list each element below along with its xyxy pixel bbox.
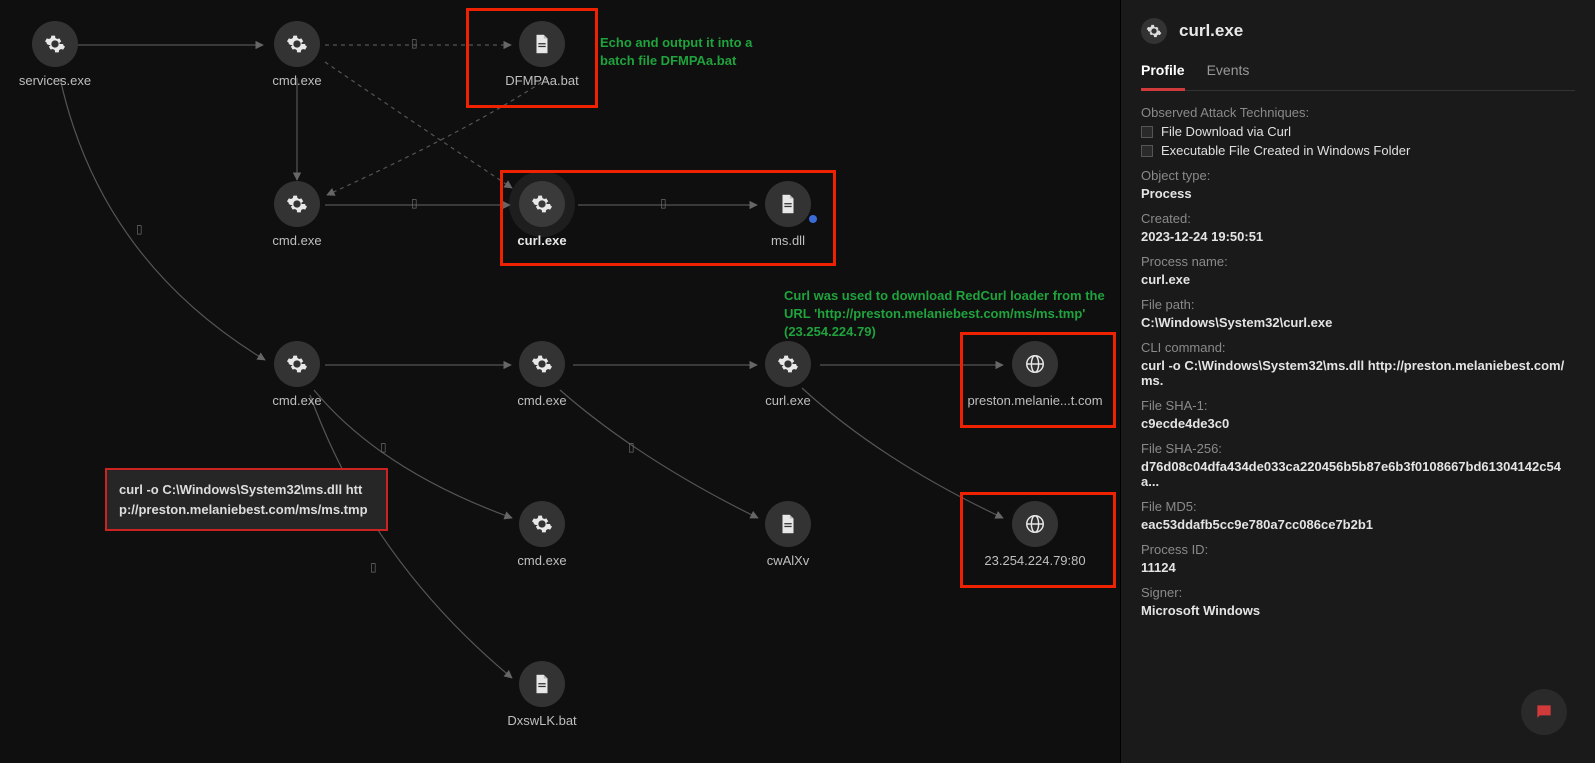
node-label: cmd.exe xyxy=(272,393,321,408)
pid-value: 11124 xyxy=(1141,560,1575,575)
details-panel: curl.exe Profile Events Observed Attack … xyxy=(1120,0,1595,763)
node-label: 23.254.224.79:80 xyxy=(984,553,1085,568)
process-name-label: Process name: xyxy=(1141,254,1575,269)
gear-icon xyxy=(32,21,78,67)
created-value: 2023-12-24 19:50:51 xyxy=(1141,229,1575,244)
md5-label: File MD5: xyxy=(1141,499,1575,514)
tab-events[interactable]: Events xyxy=(1207,62,1250,90)
gear-icon xyxy=(274,21,320,67)
gear-icon xyxy=(519,341,565,387)
node-services[interactable]: services.exe xyxy=(0,21,110,88)
process-graph[interactable]: ▯ ▯ ▯ ▯ ▯ ▯ ▯ services.exe cmd.exe DFMPAa.… xyxy=(0,0,1120,763)
gear-icon xyxy=(274,341,320,387)
doc-icon xyxy=(519,21,565,67)
globe-icon xyxy=(1012,341,1058,387)
node-label: cmd.exe xyxy=(517,393,566,408)
gear-icon xyxy=(1141,18,1167,44)
doc-icon xyxy=(765,181,811,227)
node-label: DxswLK.bat xyxy=(507,713,576,728)
node-cwalxv[interactable]: cwAlXv xyxy=(733,501,843,568)
node-cmd3[interactable]: cmd.exe xyxy=(242,341,352,408)
md5-value: eac53ddafb5cc9e780a7cc086ce7b2b1 xyxy=(1141,517,1575,532)
sha1-value: c9ecde4de3c0 xyxy=(1141,416,1575,431)
object-type-value: Process xyxy=(1141,186,1575,201)
signer-label: Signer: xyxy=(1141,585,1575,600)
edge-icon: ▯ xyxy=(136,222,143,236)
node-curl2[interactable]: curl.exe xyxy=(733,341,843,408)
node-label: cmd.exe xyxy=(517,553,566,568)
node-label: ms.dll xyxy=(771,233,805,248)
technique-item[interactable]: File Download via Curl xyxy=(1141,124,1575,139)
node-label: preston.melanie...t.com xyxy=(967,393,1102,408)
edge-icon: ▯ xyxy=(628,440,635,454)
annotation-2: Curl was used to download RedCurl loader… xyxy=(784,287,1105,342)
sha256-value: d76d08c04dfa434de033ca220456b5b87e6b3f01… xyxy=(1141,459,1575,489)
edge-icon: ▯ xyxy=(411,36,418,50)
signer-value: Microsoft Windows xyxy=(1141,603,1575,618)
edge-icon: ▯ xyxy=(370,560,377,574)
gear-icon xyxy=(519,501,565,547)
node-dfmpaa[interactable]: DFMPAa.bat xyxy=(487,21,597,88)
annotation-1: Echo and output it into a batch file DFM… xyxy=(600,34,752,70)
node-label: cwAlXv xyxy=(767,553,810,568)
node-msdll[interactable]: ms.dll xyxy=(733,181,843,248)
panel-title: curl.exe xyxy=(1179,21,1243,41)
gear-icon xyxy=(765,341,811,387)
cli-label: CLI command: xyxy=(1141,340,1575,355)
sha1-label: File SHA-1: xyxy=(1141,398,1575,413)
technique-item[interactable]: Executable File Created in Windows Folde… xyxy=(1141,143,1575,158)
panel-tabs: Profile Events xyxy=(1141,62,1575,91)
node-ip[interactable]: 23.254.224.79:80 xyxy=(980,501,1090,568)
node-preston[interactable]: preston.melanie...t.com xyxy=(980,341,1090,408)
edge-icon: ▯ xyxy=(411,196,418,210)
node-cmd4[interactable]: cmd.exe xyxy=(487,341,597,408)
node-label: curl.exe xyxy=(517,233,566,248)
node-cmd1[interactable]: cmd.exe xyxy=(242,21,352,88)
techniques-label: Observed Attack Techniques: xyxy=(1141,105,1575,120)
node-dxswlk[interactable]: DxswLK.bat xyxy=(487,661,597,728)
node-curl_sel[interactable]: curl.exe xyxy=(487,181,597,248)
file-path-label: File path: xyxy=(1141,297,1575,312)
created-label: Created: xyxy=(1141,211,1575,226)
gear-icon xyxy=(519,181,565,227)
edge-icon: ▯ xyxy=(380,440,387,454)
process-name-value: curl.exe xyxy=(1141,272,1575,287)
edge-icon: ▯ xyxy=(660,196,667,210)
doc-icon xyxy=(519,661,565,707)
gear-icon xyxy=(274,181,320,227)
node-label: curl.exe xyxy=(765,393,811,408)
globe-icon xyxy=(1012,501,1058,547)
object-type-label: Object type: xyxy=(1141,168,1575,183)
node-cmd2[interactable]: cmd.exe xyxy=(242,181,352,248)
node-label: cmd.exe xyxy=(272,233,321,248)
node-label: services.exe xyxy=(19,73,91,88)
node-label: cmd.exe xyxy=(272,73,321,88)
pid-label: Process ID: xyxy=(1141,542,1575,557)
file-path-value: C:\Windows\System32\curl.exe xyxy=(1141,315,1575,330)
doc-icon xyxy=(765,501,811,547)
tab-profile[interactable]: Profile xyxy=(1141,62,1185,91)
cli-value: curl -o C:\Windows\System32\ms.dll http:… xyxy=(1141,358,1575,388)
node-label: DFMPAa.bat xyxy=(505,73,578,88)
sha256-label: File SHA-256: xyxy=(1141,441,1575,456)
chat-button[interactable] xyxy=(1521,689,1567,735)
node-cmd5[interactable]: cmd.exe xyxy=(487,501,597,568)
